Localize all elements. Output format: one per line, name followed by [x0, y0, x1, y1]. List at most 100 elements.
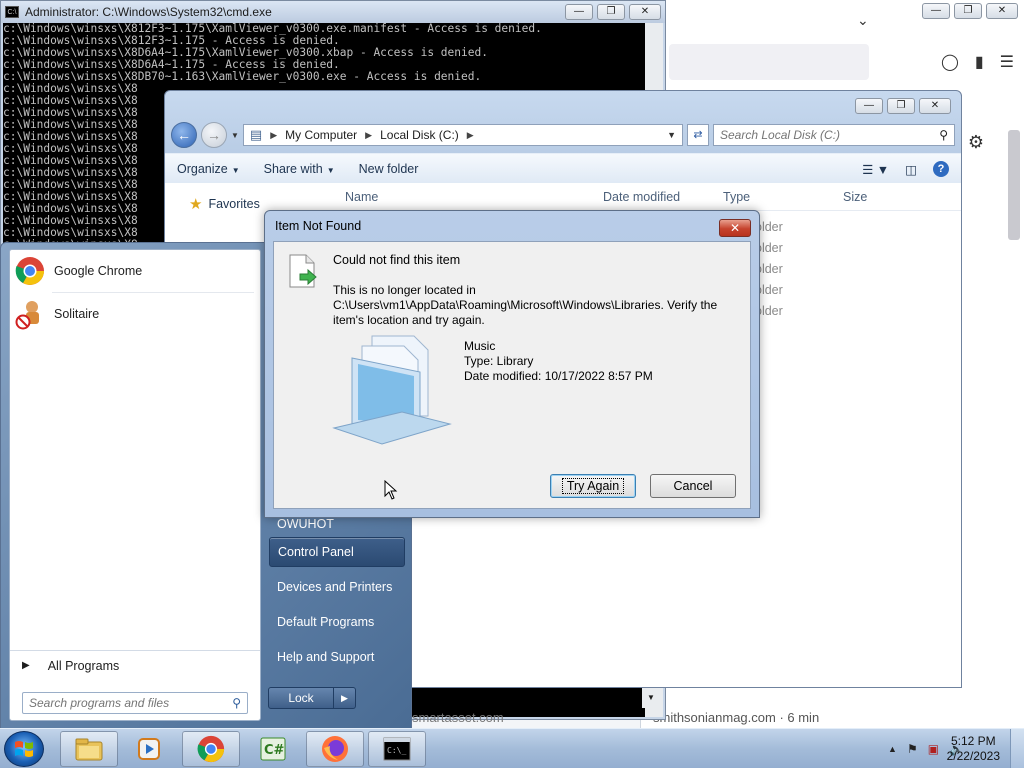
forward-button[interactable]: → — [201, 122, 227, 148]
start-search-box[interactable]: ⚲ — [22, 692, 248, 714]
browser-minimize-button[interactable]: — — [922, 3, 950, 19]
column-size[interactable]: Size — [831, 190, 911, 204]
cmd-titlebar[interactable]: C:\ Administrator: C:\Windows\System32\c… — [1, 1, 665, 23]
breadcrumb-local-disk[interactable]: Local Disk (C:) — [380, 128, 459, 142]
taskbar-chrome[interactable] — [182, 731, 240, 767]
explorer-search-box[interactable]: ⚲ — [713, 124, 955, 146]
address-dropdown-icon[interactable]: ▼ — [667, 130, 676, 140]
svg-text:C#: C# — [264, 743, 285, 758]
share-with-label: Share with — [263, 162, 323, 176]
preview-pane-icon[interactable]: ◫ — [905, 162, 917, 177]
item-details: Music Type: Library Date modified: 10/17… — [464, 339, 653, 384]
item-type: Type: Library — [464, 354, 534, 368]
cmd-restore-button[interactable]: ❐ — [597, 4, 625, 20]
column-type[interactable]: Type — [711, 190, 831, 204]
item-date: Date modified: 10/17/2022 8:57 PM — [464, 369, 653, 383]
column-name[interactable]: Name — [333, 190, 591, 204]
control-panel-item[interactable]: Control Panel — [269, 537, 405, 567]
address-bar[interactable]: ▤ ▶ My Computer ▶ Local Disk (C:) ▶ ▼ — [242, 124, 683, 146]
start-program-chrome[interactable]: Google Chrome — [10, 250, 260, 292]
organize-button[interactable]: Organize ▼ — [177, 162, 240, 176]
column-date-modified[interactable]: Date modified — [591, 190, 711, 204]
recent-pages-chevron-icon[interactable]: ▼ — [231, 131, 239, 140]
taskbar-explorer[interactable] — [60, 731, 118, 767]
start-search-input[interactable] — [29, 696, 233, 710]
show-desktop-button[interactable] — [1010, 729, 1024, 768]
favorites-label: Favorites — [208, 197, 260, 211]
try-again-button[interactable]: Try Again — [550, 474, 636, 498]
windows-logo-icon — [15, 741, 33, 757]
menu-icon[interactable]: ☰ — [1000, 52, 1014, 72]
cmd-minimize-button[interactable]: — — [565, 4, 593, 20]
pocket-icon[interactable]: ◯ — [941, 52, 959, 72]
taskbar-cmd[interactable]: C:\_ — [368, 731, 426, 767]
cmd-scroll-down-icon[interactable]: ▼ — [642, 688, 660, 708]
taskbar-csharp[interactable]: C# — [244, 731, 302, 767]
breadcrumb-separator-icon[interactable]: ▶ — [270, 130, 277, 141]
explorer-search-input[interactable] — [720, 128, 940, 142]
start-program-solitaire[interactable]: Solitaire — [10, 293, 260, 335]
default-programs-item[interactable]: Default Programs — [269, 607, 405, 637]
feed-source-text[interactable]: smithsonianmag.com · 6 min — [653, 710, 819, 725]
taskbar-media-player[interactable] — [120, 731, 178, 767]
view-options-icon[interactable]: ☰ ▼ — [862, 162, 889, 177]
breadcrumb-my-computer[interactable]: My Computer — [285, 128, 357, 142]
item-name: Music — [464, 339, 496, 353]
help-icon[interactable]: ? — [933, 161, 949, 177]
browser-restore-button[interactable]: ❐ — [954, 3, 982, 19]
breadcrumb-separator-icon[interactable]: ▶ — [467, 130, 474, 141]
media-player-icon — [138, 738, 160, 760]
start-button[interactable] — [4, 731, 44, 767]
try-again-label: Try Again — [561, 478, 625, 494]
clock[interactable]: 5:12 PM 2/22/2023 — [947, 734, 1000, 764]
refresh-icon[interactable]: ⇄ — [687, 124, 709, 146]
cmd-icon: C:\_ — [383, 737, 411, 761]
devices-printers-item[interactable]: Devices and Printers — [269, 572, 405, 602]
cancel-button[interactable]: Cancel — [650, 474, 736, 498]
gear-icon[interactable]: ⚙ — [968, 132, 984, 153]
shutdown-options-arrow-icon[interactable]: ▶ — [334, 687, 356, 709]
taskbar-firefox[interactable] — [306, 731, 364, 767]
feed-source-text-left: smartasset.com — [412, 710, 504, 725]
show-hidden-icons-icon[interactable]: ▲ — [888, 744, 897, 754]
csharp-icon: C# — [260, 737, 286, 761]
lock-control: Lock ▶ — [268, 687, 356, 709]
action-center-icon[interactable]: ⚑ — [907, 742, 918, 756]
browser-close-button[interactable]: ✕ — [986, 3, 1018, 19]
share-with-button[interactable]: Share with ▼ — [264, 162, 335, 176]
clock-time: 5:12 PM — [950, 734, 996, 748]
explorer-close-button[interactable]: ✕ — [919, 98, 951, 114]
chevron-down-icon[interactable]: ⌄ — [857, 12, 869, 29]
dialog-message: This is no longer located in C:\Users\vm… — [333, 283, 718, 327]
explorer-titlebar[interactable]: — ❐ ✕ — [165, 91, 961, 121]
dialog-body: Could not find this item This is no long… — [273, 241, 751, 509]
organize-label: Organize — [177, 162, 228, 176]
chrome-icon — [15, 257, 44, 285]
lock-button[interactable]: Lock — [268, 687, 334, 709]
star-icon: ★ — [189, 196, 203, 213]
all-programs-button[interactable]: ▶ All Programs — [10, 650, 260, 680]
new-folder-button[interactable]: New folder — [359, 162, 419, 176]
computer-icon: ▤ — [249, 127, 263, 142]
cmd-close-button[interactable]: ✕ — [629, 4, 661, 20]
search-icon[interactable]: ⚲ — [939, 128, 948, 142]
dialog-heading: Could not find this item — [333, 253, 461, 267]
explorer-restore-button[interactable]: ❐ — [887, 98, 915, 114]
start-programs-panel: Google Chrome Solitaire ▶ All Programs ⚲ — [9, 249, 261, 721]
mouse-cursor-icon — [384, 480, 398, 500]
back-button[interactable]: ← — [171, 122, 197, 148]
browser-toolbar-area — [669, 44, 869, 80]
search-icon[interactable]: ⚲ — [232, 696, 241, 710]
explorer-icon — [75, 738, 103, 761]
dialog-close-button[interactable]: ✕ — [719, 219, 751, 237]
cmd-title: Administrator: C:\Windows\System32\cmd.e… — [25, 5, 272, 19]
column-headers: Name Date modified Type Size — [333, 183, 961, 211]
browser-scrollbar[interactable] — [1008, 130, 1020, 240]
explorer-minimize-button[interactable]: — — [855, 98, 883, 114]
clock-date: 2/22/2023 — [946, 749, 1000, 763]
network-icon[interactable]: ▣ — [928, 742, 939, 756]
extensions-icon[interactable]: ▮ — [975, 52, 984, 72]
arrow-right-icon: ▶ — [22, 660, 30, 671]
breadcrumb-separator-icon[interactable]: ▶ — [365, 130, 372, 141]
help-support-item[interactable]: Help and Support — [269, 642, 405, 672]
